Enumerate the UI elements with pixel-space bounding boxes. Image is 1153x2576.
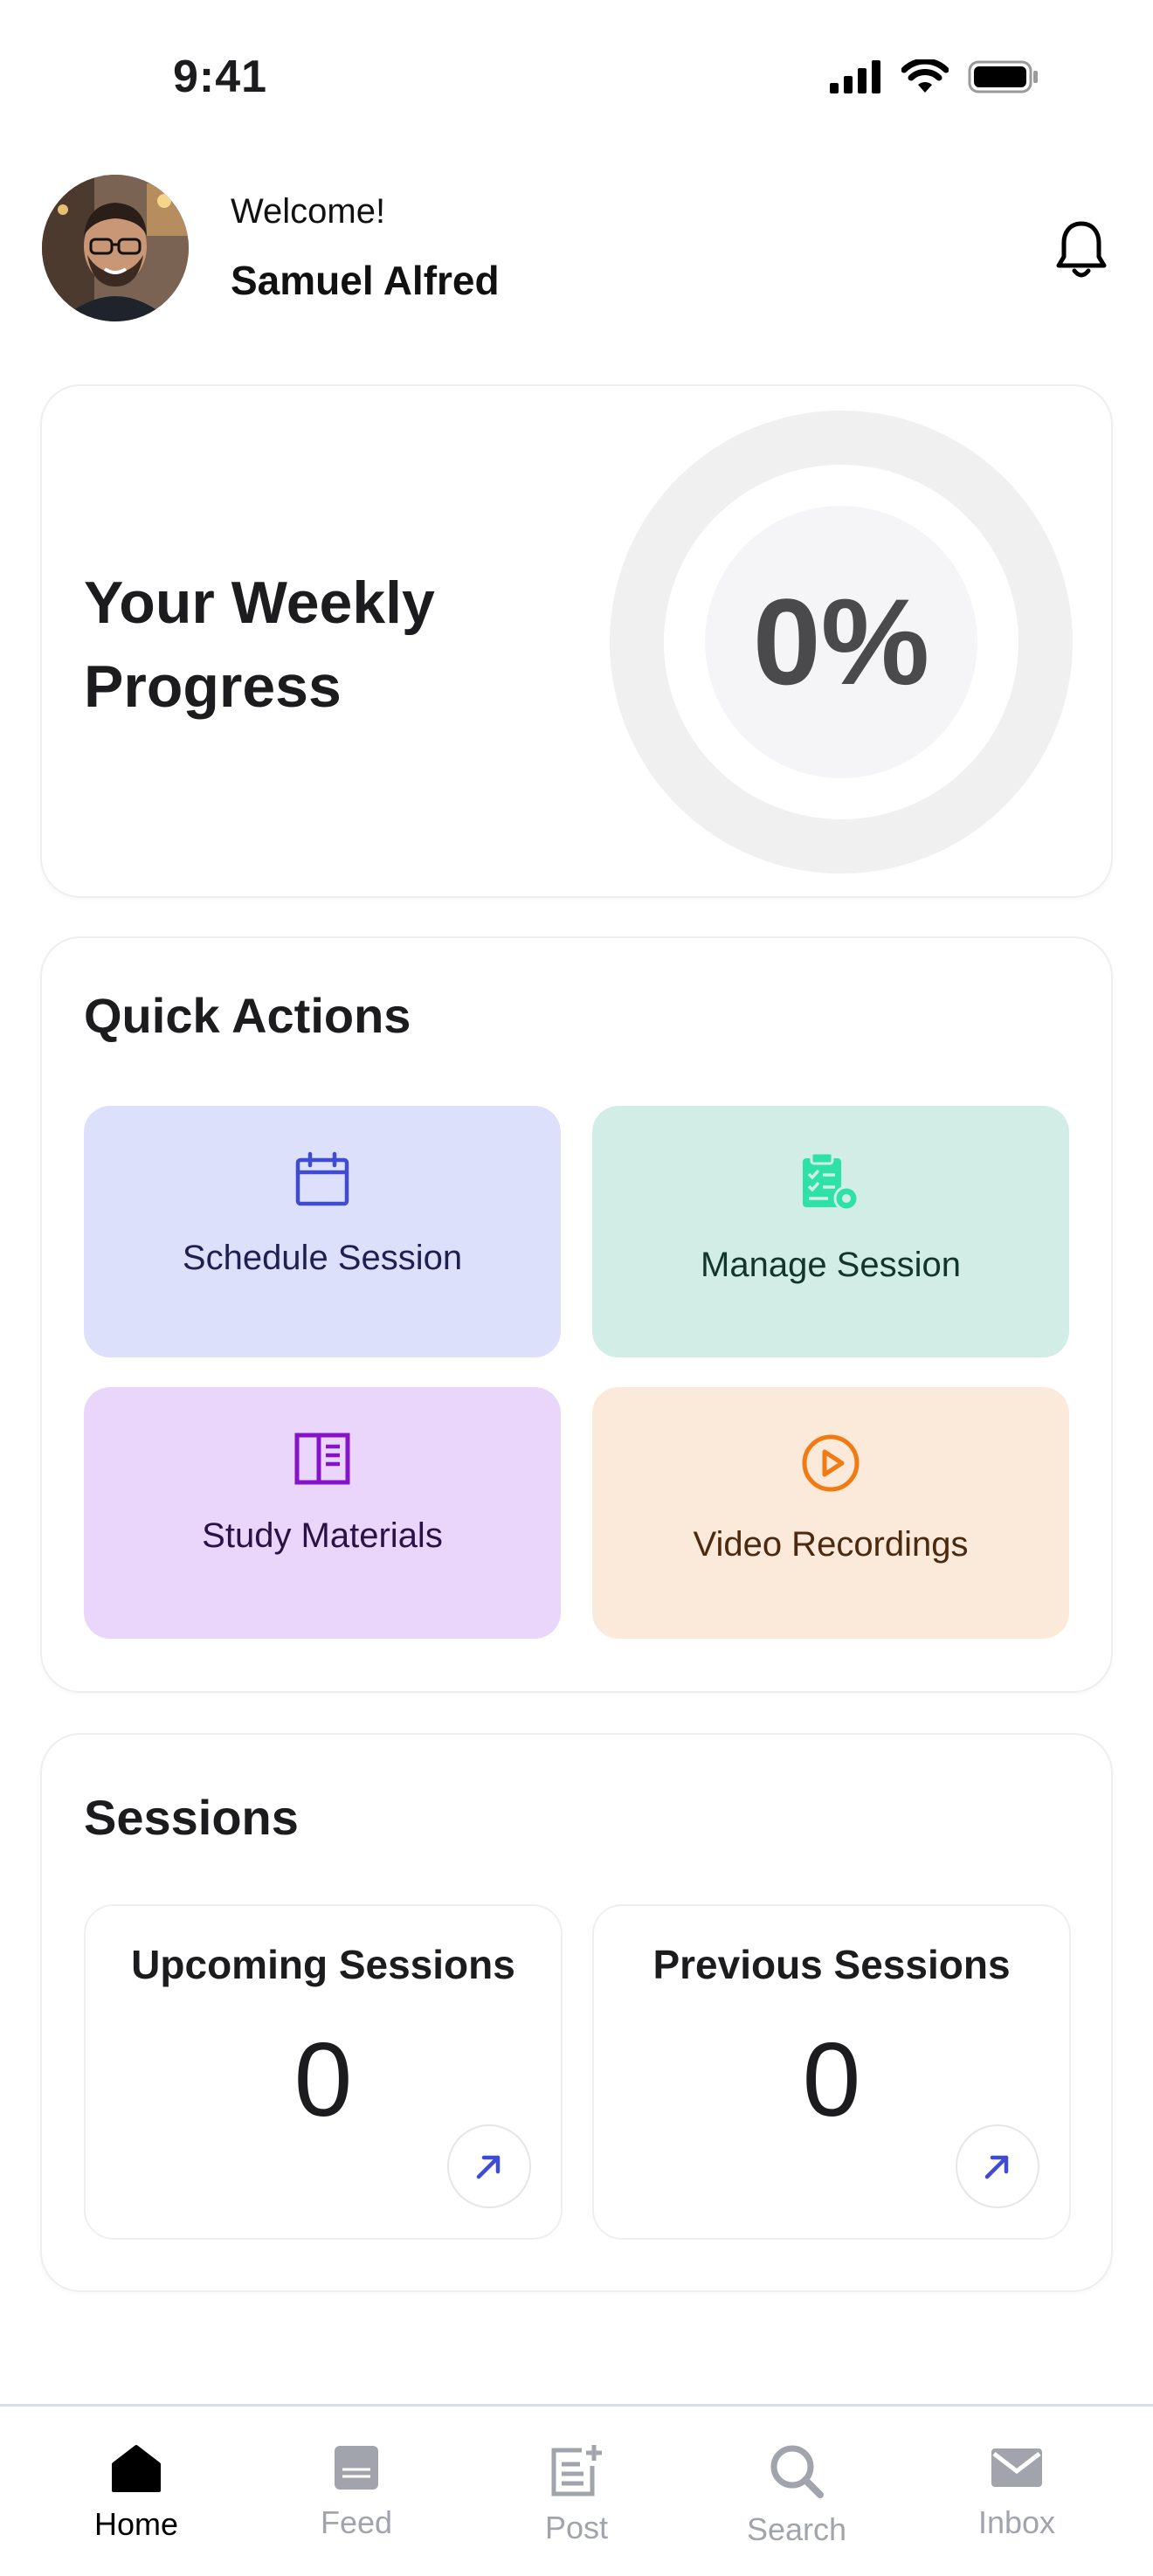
clipboard-settings-icon [803,1151,860,1212]
avatar[interactable] [42,175,189,321]
schedule-session-label: Schedule Session [182,1239,463,1277]
tab-feed-label: Feed [320,2504,393,2540]
inbox-icon [991,2448,1042,2487]
sessions-title: Sessions [84,1790,299,1845]
tab-search-label: Search [746,2511,847,2547]
weekly-progress-card: Your Weekly Progress 0% [40,384,1113,898]
arrow-up-right-icon [984,2155,1009,2179]
status-time: 9:41 [173,52,268,102]
status-icons [830,59,1039,94]
bottom-tab-bar: Home Feed Post Search Inbox [0,2404,1153,2576]
cellular-signal-icon [830,60,880,93]
home-icon [112,2445,161,2492]
tab-post-label: Post [544,2510,609,2545]
post-icon [551,2445,602,2497]
upcoming-sessions-count: 0 [293,2021,353,2138]
weekly-progress-title: Your Weekly Progress [84,570,435,720]
tab-inbox[interactable]: Inbox [901,2407,1132,2576]
profile-photo [42,175,189,321]
schedule-session-button[interactable]: Schedule Session [84,1106,561,1357]
video-recordings-label: Video Recordings [693,1525,969,1564]
quick-actions-card: Quick Actions Schedule Session Manage Se… [40,936,1113,1693]
tab-home[interactable]: Home [21,2407,252,2576]
upcoming-sessions-card[interactable]: Upcoming Sessions 0 [84,1904,563,2240]
tab-feed[interactable]: Feed [241,2407,472,2576]
manage-session-button[interactable]: Manage Session [592,1106,1069,1357]
arrow-up-right-icon [476,2155,501,2179]
previous-sessions-card[interactable]: Previous Sessions 0 [592,1904,1071,2240]
tab-post[interactable]: Post [461,2407,692,2576]
upcoming-sessions-open-button[interactable] [447,2124,531,2208]
feed-icon [335,2446,378,2490]
welcome-text: Welcome! [231,192,386,231]
video-recordings-button[interactable]: Video Recordings [592,1387,1069,1639]
study-materials-button[interactable]: Study Materials [84,1387,561,1639]
study-materials-label: Study Materials [202,1516,443,1555]
manage-session-label: Manage Session [701,1246,961,1284]
status-bar: 9:41 [0,0,1153,157]
sessions-card: Sessions Upcoming Sessions 0 Previous Se… [40,1733,1113,2292]
tab-search[interactable]: Search [681,2407,912,2576]
previous-sessions-count: 0 [802,2021,861,2138]
notification-bell-icon[interactable] [1053,218,1109,281]
quick-actions-title: Quick Actions [84,988,411,1043]
tab-home-label: Home [93,2506,179,2542]
user-name: Samuel Alfred [231,258,500,303]
book-panel-icon [294,1433,350,1485]
previous-sessions-label: Previous Sessions [652,1942,1011,1987]
calendar-icon [295,1151,349,1206]
tab-inbox-label: Inbox [977,2504,1056,2540]
wifi-icon [901,59,949,93]
upcoming-sessions-label: Upcoming Sessions [131,1942,515,1987]
search-icon [770,2445,824,2498]
battery-icon [968,60,1038,93]
progress-percentage: 0% [752,573,930,710]
header: Welcome! Samuel Alfred [0,166,1153,332]
play-circle-icon [802,1434,860,1492]
previous-sessions-open-button[interactable] [956,2124,1039,2208]
